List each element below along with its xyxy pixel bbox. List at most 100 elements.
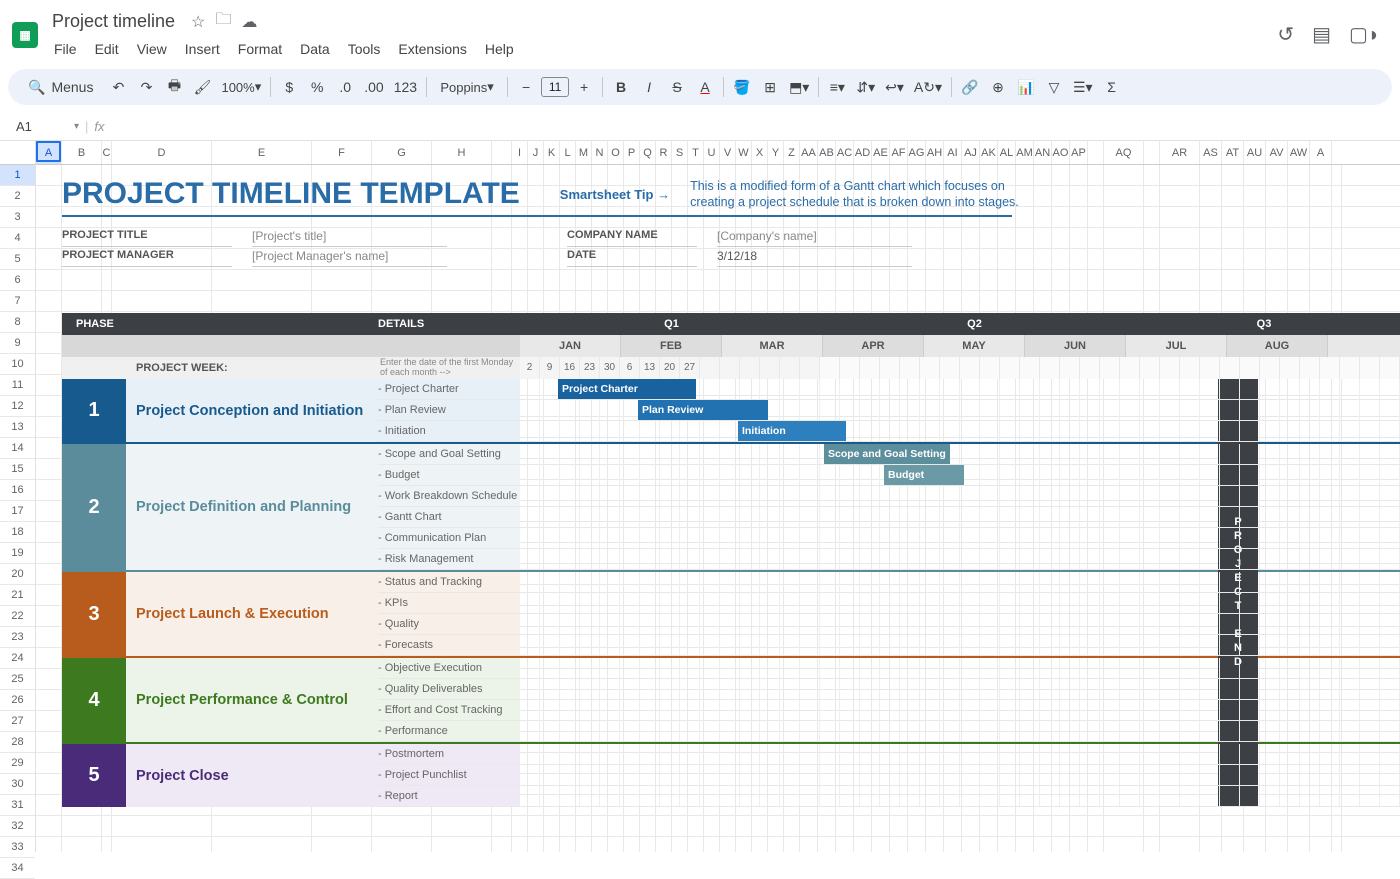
row-header[interactable]: 6 — [0, 270, 35, 291]
namebox-dropdown[interactable]: ▾ — [68, 121, 85, 132]
col-header[interactable]: AN — [1034, 141, 1052, 164]
col-header[interactable]: V — [720, 141, 736, 164]
menu-extensions[interactable]: Extensions — [390, 37, 474, 61]
borders-button[interactable]: ⊞ — [757, 73, 783, 101]
wrap-button[interactable]: ↩▾ — [881, 73, 908, 101]
name-box[interactable]: A1 — [8, 117, 68, 136]
col-header[interactable]: Y — [768, 141, 784, 164]
text-color-button[interactable]: A — [692, 73, 718, 101]
row-header[interactable]: 32 — [0, 816, 35, 837]
col-header[interactable]: O — [608, 141, 624, 164]
row-header[interactable]: 33 — [0, 837, 35, 858]
col-header[interactable]: AK — [980, 141, 998, 164]
row-header[interactable]: 16 — [0, 480, 35, 501]
row-header[interactable]: 18 — [0, 522, 35, 543]
col-header[interactable]: K — [544, 141, 560, 164]
filter-button[interactable]: ▽ — [1041, 73, 1067, 101]
zoom-dropdown[interactable]: 100% ▾ — [217, 73, 265, 101]
col-header[interactable]: AS — [1200, 141, 1222, 164]
col-header[interactable]: S — [672, 141, 688, 164]
col-header[interactable] — [492, 141, 512, 164]
col-header[interactable]: I — [512, 141, 528, 164]
undo-button[interactable]: ↶ — [105, 73, 131, 101]
col-header[interactable]: AJ — [962, 141, 980, 164]
menu-view[interactable]: View — [129, 37, 175, 61]
decrease-decimal-button[interactable]: .0 — [332, 73, 358, 101]
col-header[interactable]: W — [736, 141, 752, 164]
row-header[interactable]: 30 — [0, 774, 35, 795]
more-formats-button[interactable]: 123 — [390, 73, 421, 101]
row-header[interactable]: 21 — [0, 585, 35, 606]
col-header[interactable]: AG — [908, 141, 926, 164]
functions-button[interactable]: Σ — [1099, 73, 1125, 101]
col-header[interactable]: P — [624, 141, 640, 164]
row-header[interactable]: 22 — [0, 606, 35, 627]
row-header[interactable]: 31 — [0, 795, 35, 816]
row-header[interactable]: 4 — [0, 228, 35, 249]
col-header[interactable]: AA — [800, 141, 818, 164]
percent-button[interactable]: % — [304, 73, 330, 101]
gantt-bar[interactable]: Project Charter — [558, 379, 696, 399]
h-align-button[interactable]: ≡▾ — [824, 73, 850, 101]
row-header[interactable]: 29 — [0, 753, 35, 774]
menu-file[interactable]: File — [46, 37, 85, 61]
col-header[interactable]: G — [372, 141, 432, 164]
col-header[interactable]: AB — [818, 141, 836, 164]
col-header[interactable]: H — [432, 141, 492, 164]
col-header[interactable]: T — [688, 141, 704, 164]
col-header[interactable]: AR — [1160, 141, 1200, 164]
select-all-corner[interactable] — [0, 141, 35, 165]
chart-button[interactable]: 📊 — [1013, 73, 1039, 101]
col-header[interactable]: AI — [944, 141, 962, 164]
col-header[interactable]: AW — [1288, 141, 1310, 164]
menu-edit[interactable]: Edit — [87, 37, 127, 61]
row-header[interactable]: 24 — [0, 648, 35, 669]
col-header[interactable]: R — [656, 141, 672, 164]
col-header[interactable]: AL — [998, 141, 1016, 164]
sheets-logo[interactable]: ▦ — [12, 22, 38, 48]
row-header[interactable]: 13 — [0, 417, 35, 438]
col-header[interactable]: L — [560, 141, 576, 164]
col-header[interactable]: AC — [836, 141, 854, 164]
bold-button[interactable]: B — [608, 73, 634, 101]
col-header[interactable] — [1088, 141, 1104, 164]
doc-title[interactable]: Project timeline — [46, 9, 181, 34]
increase-decimal-button[interactable]: .00 — [360, 73, 387, 101]
col-header[interactable]: Q — [640, 141, 656, 164]
col-header[interactable]: J — [528, 141, 544, 164]
col-header[interactable]: D — [112, 141, 212, 164]
filter-views-button[interactable]: ☰▾ — [1069, 73, 1097, 101]
row-header[interactable]: 12 — [0, 396, 35, 417]
col-header[interactable]: U — [704, 141, 720, 164]
col-header[interactable]: AP — [1070, 141, 1088, 164]
row-header[interactable]: 27 — [0, 711, 35, 732]
row-header[interactable]: 3 — [0, 207, 35, 228]
col-header[interactable]: Z — [784, 141, 800, 164]
menus-button[interactable]: 🔍 Menus — [18, 73, 103, 101]
row-header[interactable]: 20 — [0, 564, 35, 585]
col-header[interactable]: AH — [926, 141, 944, 164]
menu-data[interactable]: Data — [292, 37, 338, 61]
gantt-bar[interactable]: Initiation — [738, 421, 846, 441]
row-header[interactable]: 5 — [0, 249, 35, 270]
row-header[interactable]: 17 — [0, 501, 35, 522]
gantt-bar[interactable]: Plan Review — [638, 400, 768, 420]
italic-button[interactable]: I — [636, 73, 662, 101]
row-header[interactable]: 2 — [0, 186, 35, 207]
manager-value[interactable]: [Project Manager's name] — [252, 249, 447, 267]
fill-color-button[interactable]: 🪣 — [729, 73, 755, 101]
row-header[interactable]: 9 — [0, 333, 35, 354]
comment-icon[interactable]: ▤ — [1312, 22, 1331, 47]
font-dropdown[interactable]: Poppins ▾ — [432, 73, 502, 101]
col-header[interactable]: B — [62, 141, 102, 164]
gantt-bar[interactable]: Scope and Goal Setting — [824, 444, 950, 464]
increase-font-button[interactable]: + — [571, 73, 597, 101]
row-header[interactable]: 14 — [0, 438, 35, 459]
col-header[interactable]: AD — [854, 141, 872, 164]
row-header[interactable]: 28 — [0, 732, 35, 753]
row-header[interactable]: 23 — [0, 627, 35, 648]
history-icon[interactable]: ↺ — [1277, 22, 1294, 47]
col-header[interactable]: N — [592, 141, 608, 164]
col-header[interactable]: A — [1310, 141, 1332, 164]
col-header[interactable]: AF — [890, 141, 908, 164]
